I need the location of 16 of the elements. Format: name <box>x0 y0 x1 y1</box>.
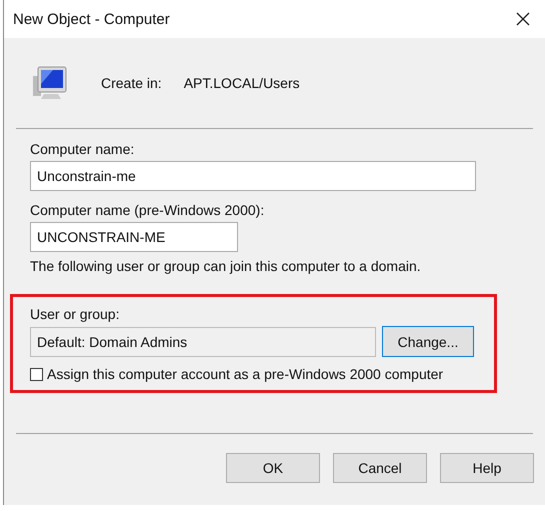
field-label: Computer name: <box>30 141 134 157</box>
window-title: New Object - Computer <box>13 10 170 28</box>
checkbox[interactable] <box>30 368 43 380</box>
dialog-button[interactable]: Cancel <box>333 453 427 483</box>
create-in-label: Create in: <box>101 75 162 91</box>
pre2000-name-field[interactable]: UNCONSTRAIN-ME <box>30 222 238 252</box>
computer-name-field[interactable]: Unconstrain-me <box>30 161 476 191</box>
info-text: The following user or group can join this computer to a domain. <box>30 258 421 274</box>
create-in-path: APT.LOCAL/Users <box>184 75 300 91</box>
dialog-button[interactable]: OK <box>226 453 320 483</box>
computer-icon <box>32 66 68 100</box>
checkbox-label: Assign this computer account as a pre-Windows 2000 computer <box>47 366 444 382</box>
close-icon <box>516 12 530 26</box>
field-label: Computer name (pre-Windows 2000): <box>30 202 264 218</box>
field-label: User or group: <box>30 306 120 322</box>
dialog-button[interactable]: Help <box>440 453 534 483</box>
